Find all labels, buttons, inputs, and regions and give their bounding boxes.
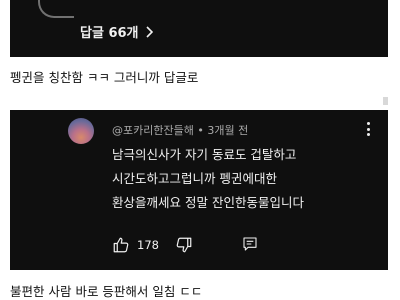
comment-line-3: 환상을깨세요 정말 잔인한동물입니다 <box>112 195 304 210</box>
view-replies-button[interactable]: 답글 66개 <box>80 22 153 41</box>
meta-separator: • <box>197 124 208 137</box>
comment-text: 남극의신사가 자기 동료도 겁탈하고 시간도하고그럽니까 펭귄에대한 환상을깨세… <box>112 143 372 215</box>
like-button[interactable]: 178 <box>112 236 159 254</box>
comment-time: 3개월 전 <box>207 124 249 137</box>
comment-meta: @포카리한잔들해 • 3개월 전 <box>112 122 248 138</box>
caption-first: 펭귄을 칭찬함 ㅋㅋ 그러니까 답글로 <box>10 70 199 85</box>
replies-label: 답글 66개 <box>80 26 139 41</box>
chevron-right-icon <box>145 25 153 38</box>
thumbs-down-icon <box>176 237 192 253</box>
comment-line-2: 시간도하고그럽니까 펭귄에대한 <box>112 171 277 186</box>
reply-button[interactable] <box>242 236 258 252</box>
avatar[interactable] <box>68 118 94 144</box>
reply-icon <box>243 237 257 251</box>
comment-author[interactable]: @포카리한잔들해 <box>112 124 194 137</box>
comment-panel: @포카리한잔들해 • 3개월 전 남극의신사가 자기 동료도 겁탈하고 시간도하… <box>10 110 388 270</box>
thread-line <box>38 0 74 18</box>
caption-second: 불편한 사람 바로 등판해서 일침 ㄷㄷ <box>10 284 203 299</box>
dislike-button[interactable] <box>175 236 193 254</box>
more-vert-icon[interactable] <box>362 122 374 136</box>
comment-line-1: 남극의신사가 자기 동료도 겁탈하고 <box>112 147 297 162</box>
like-count: 178 <box>137 238 159 252</box>
top-comment-panel: 답글 66개 <box>10 0 388 57</box>
divider-mark <box>383 97 388 105</box>
thumbs-up-icon <box>113 237 129 253</box>
